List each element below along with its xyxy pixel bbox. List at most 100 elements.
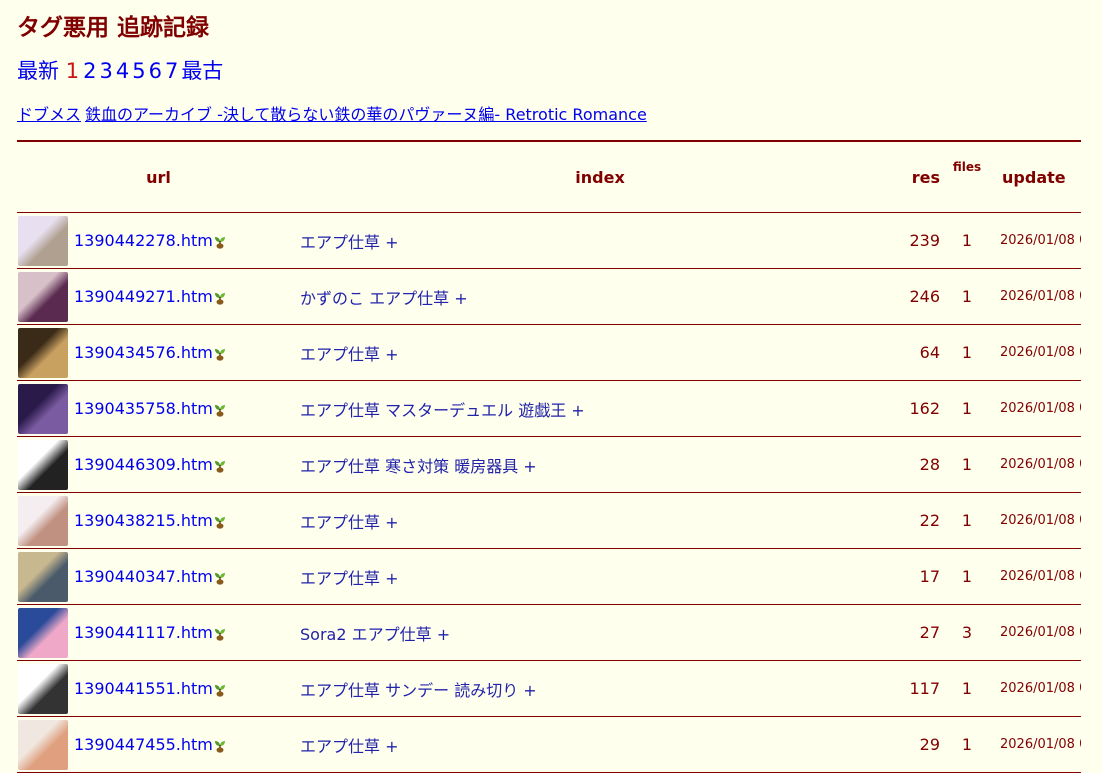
pager-page-link[interactable]: 2 — [83, 59, 96, 83]
index-tags-link[interactable]: エアプ仕草 + — [300, 345, 399, 364]
table-row: 1390449271.htm かずのこ エアプ仕草 + 246 1 2026/01/08… — [17, 268, 1082, 325]
table-row: 1390435758.htm エアプ仕草 マスターデュエル 遊戯王 + 162 1 20… — [17, 380, 1082, 437]
plant-sprout-icon[interactable] — [214, 290, 226, 305]
thumbnail-cell — [17, 380, 72, 437]
column-header-res[interactable]: res — [900, 142, 941, 213]
thread-url-link[interactable]: 1390449271.htm — [74, 287, 213, 306]
thumbnail-cell — [17, 212, 72, 269]
index-cell: エアプ仕草 + — [300, 548, 901, 605]
plant-sprout-icon[interactable] — [214, 346, 226, 361]
table-row: 1390441551.htm エアプ仕草 サンデー 読み切り + 117 1 2026/… — [17, 660, 1082, 717]
plant-sprout-icon[interactable] — [214, 570, 226, 585]
thumbnail-link[interactable] — [17, 551, 72, 602]
files-count: 1 — [940, 548, 995, 605]
index-tags-link[interactable]: エアプ仕草 + — [300, 569, 399, 588]
thumbnail-image[interactable] — [18, 719, 68, 770]
thumbnail-link[interactable] — [17, 215, 72, 266]
thread-url-link[interactable]: 1390440347.htm — [74, 567, 213, 586]
thumbnail-cell — [17, 436, 72, 493]
thread-url-link[interactable]: 1390438215.htm — [74, 511, 213, 530]
pager-newest-link[interactable]: 最新 — [17, 59, 59, 83]
thumbnail-link[interactable] — [17, 663, 72, 714]
thread-url-link[interactable]: 1390434576.htm — [74, 343, 213, 362]
thumbnail-image[interactable] — [18, 271, 68, 322]
thumbnail-image[interactable] — [18, 439, 68, 490]
thread-url-link[interactable]: 1390441117.htm — [74, 623, 213, 642]
index-tags-link[interactable]: エアプ仕草 マスターデュエル 遊戯王 + — [300, 401, 585, 420]
thumbnail-link[interactable] — [17, 719, 72, 770]
update-timestamp: 2026/01/08 03:10:02 — [994, 436, 1082, 493]
thumbnail-cell — [17, 604, 72, 661]
thumbnail-link[interactable] — [17, 495, 72, 546]
index-tags-link[interactable]: Sora2 エアプ仕草 + — [300, 625, 450, 644]
thread-url-link[interactable]: 1390435758.htm — [74, 399, 213, 418]
pager-oldest-link[interactable]: 最古 — [181, 59, 223, 83]
url-cell: 1390449271.htm — [72, 268, 301, 325]
res-count: 162 — [900, 380, 941, 437]
index-tags-link[interactable]: エアプ仕草 サンデー 読み切り + — [300, 681, 537, 700]
thread-url-link[interactable]: 1390447455.htm — [74, 735, 213, 754]
index-cell: Sora2 エアプ仕草 + — [300, 604, 901, 661]
plant-sprout-icon[interactable] — [214, 514, 226, 529]
pagination: 最新 1 2 3 4 5 6 7 最古 — [17, 55, 223, 85]
plant-sprout-icon[interactable] — [214, 402, 226, 417]
url-cell: 1390440347.htm — [72, 548, 301, 605]
thumbnail-image[interactable] — [18, 607, 68, 658]
update-timestamp: 2026/01/08 03:08:02 — [994, 604, 1082, 661]
tag-link[interactable]: ドブメス — [17, 105, 81, 124]
thumbnail-image[interactable] — [18, 327, 68, 378]
thumbnail-link[interactable] — [17, 327, 72, 378]
thread-url-link[interactable]: 1390441551.htm — [74, 679, 213, 698]
plant-sprout-icon[interactable] — [214, 626, 226, 641]
thumbnail-cell — [17, 492, 72, 549]
thumbnail-link[interactable] — [17, 383, 72, 434]
page-title: タグ悪用 追跡記録 — [17, 15, 210, 41]
plant-sprout-icon[interactable] — [214, 234, 226, 249]
url-cell: 1390446309.htm — [72, 436, 301, 493]
thumbnail-image[interactable] — [18, 551, 68, 602]
table-header-row: url index res files update — [17, 142, 1082, 213]
thumbnail-link[interactable] — [17, 271, 72, 322]
table-row: 1390447455.htm エアプ仕草 + 2912026/01/08 03:08… — [17, 716, 1082, 773]
index-tags-link[interactable]: エアプ仕草 + — [300, 737, 399, 756]
table-row: 1390438215.htm エアプ仕草 + 2212026/01/08 03:08… — [17, 492, 1082, 549]
index-tags-link[interactable]: エアプ仕草 寒さ対策 暖房器具 + — [300, 457, 537, 476]
pager-page-link[interactable]: 6 — [149, 59, 162, 83]
thumbnail-link[interactable] — [17, 607, 72, 658]
thumbnail-image[interactable] — [18, 383, 68, 434]
pager-page-link[interactable]: 4 — [116, 59, 129, 83]
column-header-update[interactable]: update — [994, 142, 1082, 213]
pager-page-link[interactable]: 5 — [132, 59, 145, 83]
update-timestamp: 2026/01/08 03:09:02 — [994, 212, 1082, 269]
thumbnail-image[interactable] — [18, 215, 68, 266]
index-tags-link[interactable]: エアプ仕草 + — [300, 513, 399, 532]
tag-links: ドブメス 鉄血のアーカイブ -決して散らない鉄の華のパヴァーヌ編- Retroti… — [17, 101, 651, 125]
plant-sprout-icon[interactable] — [214, 458, 226, 473]
column-header-files[interactable]: files — [940, 142, 995, 213]
thumbnail-cell — [17, 548, 72, 605]
files-count: 1 — [940, 212, 995, 269]
index-cell: エアプ仕草 寒さ対策 暖房器具 + — [300, 436, 901, 493]
thumbnail-image[interactable] — [18, 495, 68, 546]
index-tags-link[interactable]: エアプ仕草 + — [300, 233, 399, 252]
thread-url-link[interactable]: 1390442278.htm — [74, 231, 213, 250]
plant-sprout-icon[interactable] — [214, 682, 226, 697]
index-cell: かずのこ エアプ仕草 + — [300, 268, 901, 325]
pager-page-link[interactable]: 7 — [165, 59, 178, 83]
url-cell: 1390442278.htm — [72, 212, 301, 269]
index-tags-link[interactable]: かずのこ エアプ仕草 + — [300, 289, 468, 308]
update-timestamp: 2026/01/08 03:09:02 — [994, 268, 1082, 325]
plant-sprout-icon[interactable] — [214, 738, 226, 753]
thread-url-link[interactable]: 1390446309.htm — [74, 455, 213, 474]
thumbnail-image[interactable] — [18, 663, 68, 714]
files-count: 1 — [940, 492, 995, 549]
files-count: 1 — [940, 324, 995, 381]
thumbnail-link[interactable] — [17, 439, 72, 490]
url-cell: 1390438215.htm — [72, 492, 301, 549]
column-header-index[interactable]: index — [300, 142, 901, 213]
tag-link[interactable]: 鉄血のアーカイブ -決して散らない鉄の華のパヴァーヌ編- Retrotic Ro… — [85, 105, 647, 124]
update-timestamp: 2026/01/08 03:08:03 — [994, 716, 1082, 773]
table-row: 1390442278.htm エアプ仕草 + 23912026/01/08 03:0… — [17, 212, 1082, 269]
column-header-url[interactable]: url — [17, 142, 301, 213]
pager-page-link[interactable]: 3 — [99, 59, 112, 83]
